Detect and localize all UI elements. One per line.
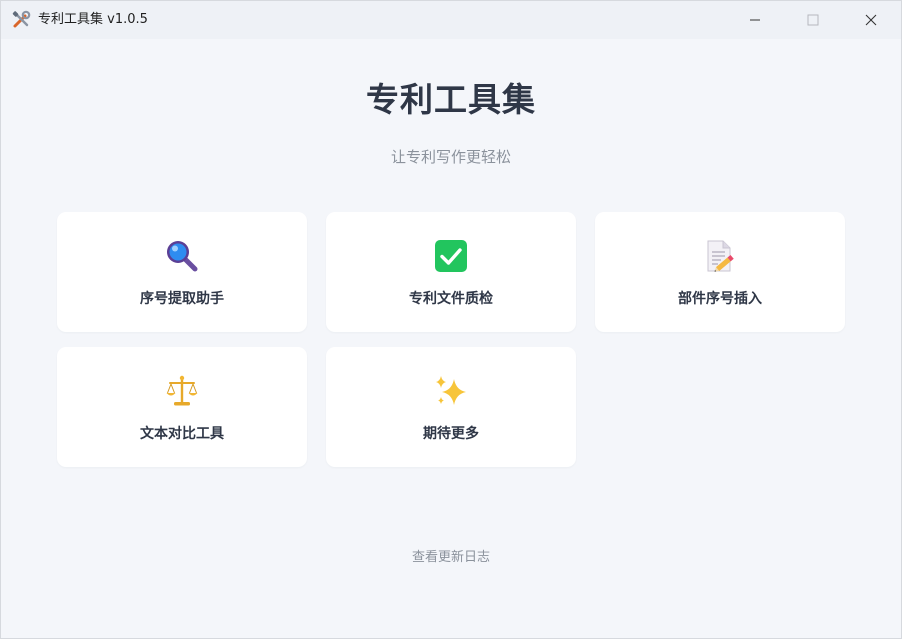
changelog-link[interactable]: 查看更新日志: [1, 546, 901, 565]
balance-scale-icon: [164, 373, 200, 409]
document-pencil-icon: [702, 238, 738, 274]
card-label: 序号提取助手: [140, 291, 224, 307]
card-serial-extract[interactable]: 序号提取助手: [57, 212, 307, 332]
window-title: 专利工具集 v1.0.5: [38, 12, 148, 27]
app-window: 专利工具集 v1.0.5 专利工具集 让专利写作更轻松 序号提取助手 专利文件质…: [0, 0, 902, 639]
card-label: 部件序号插入: [678, 291, 762, 307]
page-subtitle: 让专利写作更轻松: [390, 148, 511, 166]
maximize-icon: [807, 14, 819, 26]
sparkles-icon: [433, 373, 469, 409]
card-label: 专利文件质检: [409, 291, 493, 307]
card-text-compare[interactable]: 文本对比工具: [57, 347, 307, 467]
card-part-number-insert[interactable]: 部件序号插入: [595, 212, 845, 332]
card-coming-soon[interactable]: 期待更多: [326, 347, 576, 467]
tools-icon: [11, 10, 31, 30]
close-button[interactable]: [848, 1, 894, 39]
minimize-icon: [750, 19, 760, 21]
page-title: 专利工具集: [366, 80, 536, 119]
card-label: 文本对比工具: [140, 426, 224, 442]
checkmark-icon: [433, 238, 469, 274]
card-label: 期待更多: [423, 426, 479, 442]
maximize-button[interactable]: [790, 1, 836, 39]
title-bar[interactable]: 专利工具集 v1.0.5: [1, 1, 901, 39]
close-icon: [865, 14, 877, 26]
magnifier-icon: [164, 238, 200, 274]
card-quality-check[interactable]: 专利文件质检: [326, 212, 576, 332]
minimize-button[interactable]: [732, 1, 778, 39]
